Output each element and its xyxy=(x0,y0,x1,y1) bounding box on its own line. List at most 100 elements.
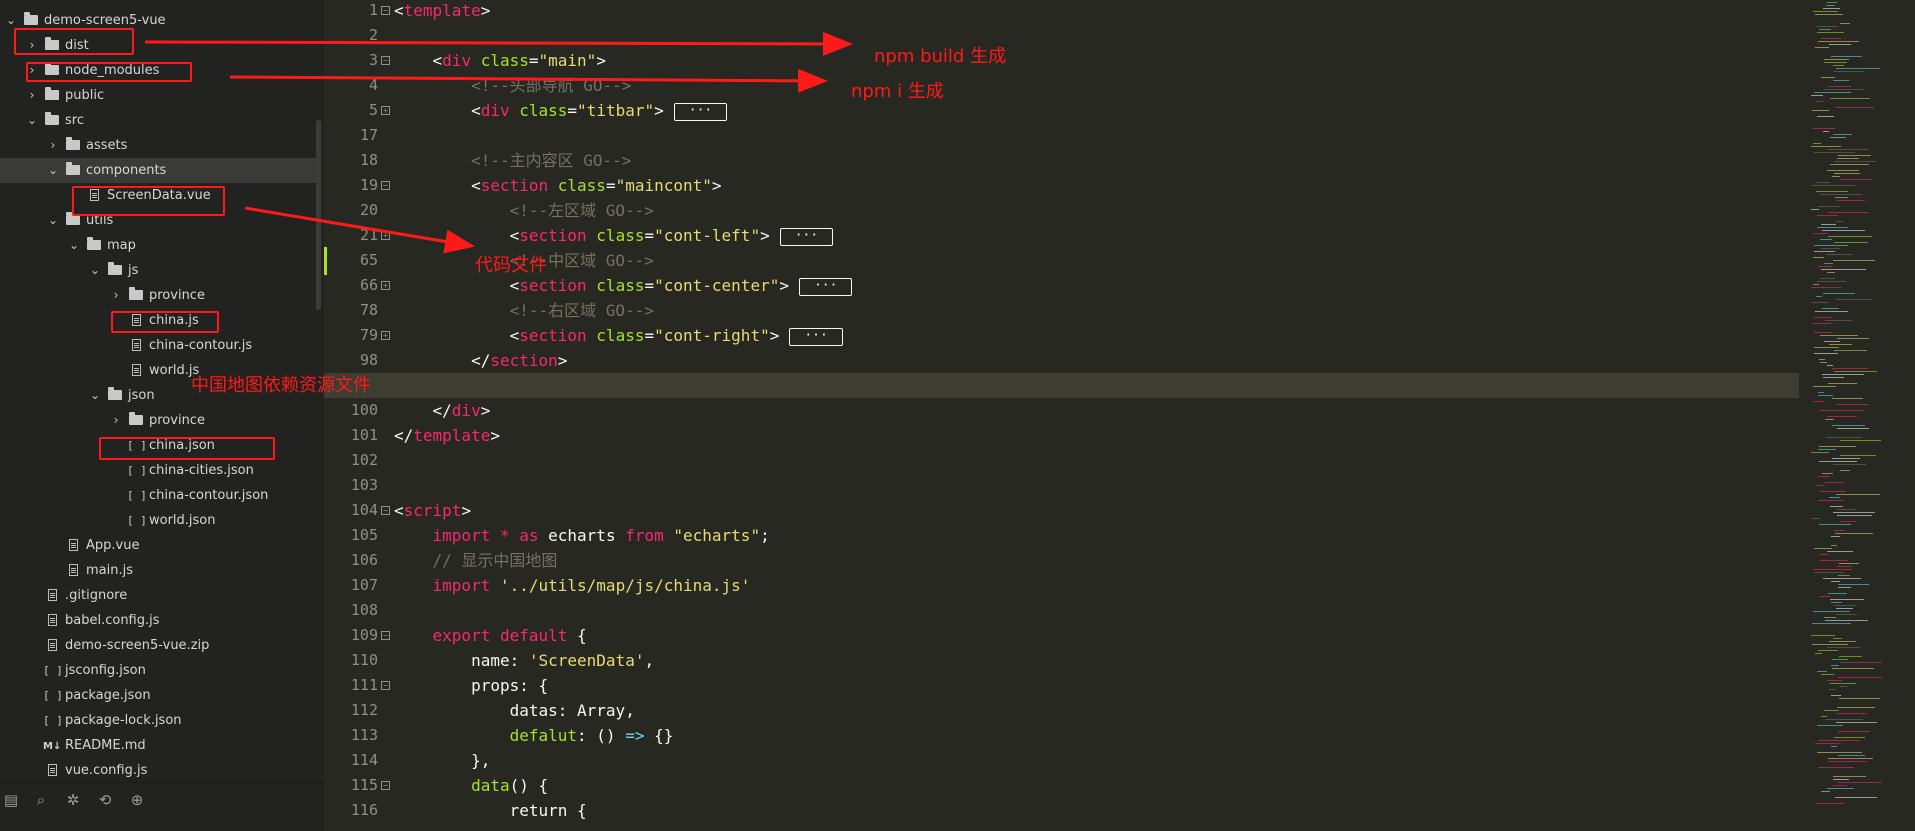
code-line[interactable]: props: { xyxy=(394,673,548,698)
minimap-line xyxy=(1837,200,1865,201)
tree-item-label: demo-screen5-vue.zip xyxy=(65,638,210,653)
tree-item-package-lock-json[interactable]: [ ] package-lock.json xyxy=(0,708,316,733)
tree-item-app-vue[interactable]: App.vue xyxy=(0,533,316,558)
tree-item-label: babel.config.js xyxy=(65,613,160,628)
code-line[interactable]: <div class="main"> xyxy=(394,48,606,73)
minimap-line xyxy=(1813,323,1833,324)
fold-collapse-icon[interactable]: − xyxy=(381,681,390,690)
minimap-line xyxy=(1840,662,1882,663)
fold-collapse-icon[interactable]: − xyxy=(381,6,390,15)
tree-item-china-contour-json[interactable]: [ ] china-contour.json xyxy=(0,483,316,508)
chevron-down-icon[interactable]: ⌄ xyxy=(46,208,60,233)
tree-item-main-js[interactable]: main.js xyxy=(0,558,316,583)
tree-item-vue-config-js[interactable]: vue.config.js xyxy=(0,758,316,783)
code-line[interactable]: import * as echarts from "echarts"; xyxy=(394,523,770,548)
sidebar-scrollbar[interactable] xyxy=(316,120,321,310)
minimap-line xyxy=(1822,374,1864,375)
code-line[interactable]: <!--主内容区 GO--> xyxy=(394,148,631,173)
chevron-down-icon[interactable]: ⌄ xyxy=(88,383,102,408)
minimap-line xyxy=(1838,155,1871,156)
tree-item-components[interactable]: ⌄ components xyxy=(0,158,316,183)
debug-icon[interactable]: ✲ xyxy=(62,789,84,811)
code-line[interactable]: // 显示中国地图 xyxy=(394,548,558,573)
fold-collapse-icon[interactable]: − xyxy=(381,506,390,515)
chevron-right-icon[interactable]: › xyxy=(46,133,60,158)
chevron-right-icon[interactable]: › xyxy=(25,83,39,108)
fold-expand-icon[interactable]: + xyxy=(381,331,390,340)
code-line[interactable]: </section> xyxy=(394,348,567,373)
minimap-line xyxy=(1822,473,1833,474)
tree-item-assets[interactable]: › assets xyxy=(0,133,316,158)
code-line[interactable]: return { xyxy=(394,798,587,823)
code-area[interactable]: <template> <div class="main"> <!--头部导航 G… xyxy=(324,0,1915,831)
minimap[interactable] xyxy=(1799,0,1915,831)
extensions-icon[interactable]: ⊕ xyxy=(126,789,148,811)
git-icon[interactable]: ⟲ xyxy=(94,789,116,811)
chevron-right-icon[interactable]: › xyxy=(109,408,123,433)
fold-collapse-icon[interactable]: − xyxy=(381,631,390,640)
tree-item-gitignore[interactable]: .gitignore xyxy=(0,583,316,608)
folded-code-placeholder[interactable]: ··· xyxy=(798,277,853,296)
tree-item-src[interactable]: ⌄ src xyxy=(0,108,316,133)
code-line[interactable]: <section class="cont-center"> ··· xyxy=(394,273,853,298)
tree-item-babel-config-js[interactable]: babel.config.js xyxy=(0,608,316,633)
code-line[interactable]: </template> xyxy=(394,423,500,448)
minimap-line xyxy=(1817,752,1862,753)
tree-item-json-province[interactable]: › province xyxy=(0,408,316,433)
tree-item-world-json[interactable]: [ ] world.json xyxy=(0,508,316,533)
chevron-down-icon[interactable]: ⌄ xyxy=(25,108,39,133)
current-line[interactable] xyxy=(324,373,1915,398)
fold-collapse-icon[interactable]: − xyxy=(381,781,390,790)
code-line[interactable]: name: 'ScreenData', xyxy=(394,648,654,673)
code-line[interactable]: <!--头部导航 GO--> xyxy=(394,73,631,98)
tree-item-readme-md[interactable]: M↓ README.md xyxy=(0,733,316,758)
code-line[interactable]: defalut: () => {} xyxy=(394,723,674,748)
tree-item-jsconfig-json[interactable]: [ ] jsconfig.json xyxy=(0,658,316,683)
code-line[interactable]: export default { xyxy=(394,623,587,648)
tree-item-js[interactable]: ⌄ js xyxy=(0,258,316,283)
code-line[interactable]: }, xyxy=(394,748,490,773)
minimap-line xyxy=(1828,758,1873,759)
minimap-line xyxy=(1818,650,1838,651)
code-line[interactable]: <!--右区域 GO--> xyxy=(394,298,654,323)
tree-item-public[interactable]: › public xyxy=(0,83,316,108)
fold-expand-icon[interactable]: + xyxy=(381,231,390,240)
code-line[interactable]: </div> xyxy=(394,398,491,423)
code-token: < xyxy=(394,326,520,345)
chevron-down-icon[interactable]: ⌄ xyxy=(67,233,81,258)
fold-collapse-icon[interactable]: − xyxy=(381,181,390,190)
fold-collapse-icon[interactable]: − xyxy=(381,56,390,65)
code-line[interactable]: <div class="titbar"> ··· xyxy=(394,98,728,123)
chevron-down-icon[interactable]: ⌄ xyxy=(46,158,60,183)
chevron-right-icon[interactable]: › xyxy=(109,283,123,308)
minimap-line xyxy=(1811,95,1823,96)
code-line[interactable]: data() { xyxy=(394,773,548,798)
code-token: class xyxy=(519,101,568,120)
code-line[interactable]: <!--左区域 GO--> xyxy=(394,198,654,223)
code-line[interactable]: <script> xyxy=(394,498,471,523)
search-icon[interactable]: ⌕ xyxy=(30,789,52,811)
code-line[interactable]: <section class="cont-right"> ··· xyxy=(394,323,843,348)
files-icon[interactable]: ▤ xyxy=(0,789,22,811)
code-line[interactable]: <section class="cont-left"> ··· xyxy=(394,223,834,248)
code-line[interactable]: datas: Array, xyxy=(394,698,635,723)
tree-item-js-province[interactable]: › province xyxy=(0,283,316,308)
folded-code-placeholder[interactable]: ··· xyxy=(779,227,834,246)
tree-item-zip[interactable]: demo-screen5-vue.zip xyxy=(0,633,316,658)
fold-expand-icon[interactable]: + xyxy=(381,281,390,290)
code-editor[interactable]: 1−23−45+171819−2021+6566+7879+9899100101… xyxy=(324,0,1915,831)
code-line[interactable]: <section class="maincont"> xyxy=(394,173,721,198)
code-line[interactable]: <template> xyxy=(394,0,490,23)
code-line[interactable]: import '../utils/map/js/china.js' xyxy=(394,573,751,598)
minimap-line xyxy=(1811,287,1841,288)
chevron-down-icon[interactable]: ⌄ xyxy=(88,258,102,283)
tree-item-package-json[interactable]: [ ] package.json xyxy=(0,683,316,708)
minimap-line xyxy=(1820,278,1835,279)
fold-expand-icon[interactable]: + xyxy=(381,106,390,115)
tree-item-china-cities-json[interactable]: [ ] china-cities.json xyxy=(0,458,316,483)
tree-item-china-contour-js[interactable]: china-contour.js xyxy=(0,333,316,358)
folded-code-placeholder[interactable]: ··· xyxy=(673,102,728,121)
folded-code-placeholder[interactable]: ··· xyxy=(789,327,843,346)
tree-item-map[interactable]: ⌄ map xyxy=(0,233,316,258)
line-number: 100 xyxy=(350,401,378,419)
